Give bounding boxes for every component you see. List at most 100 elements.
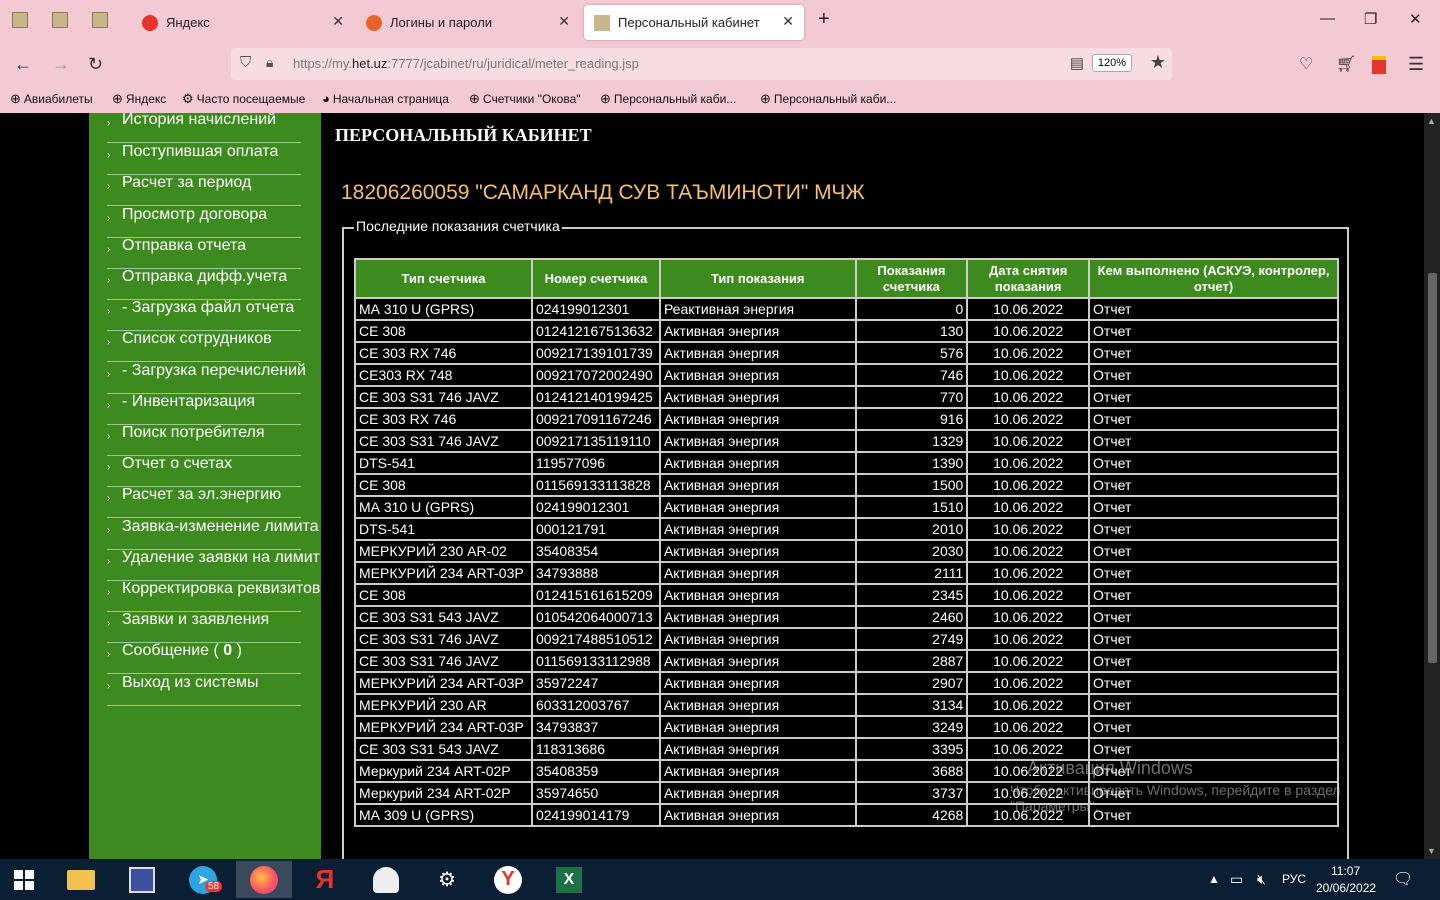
- floppy-app-icon[interactable]: [114, 861, 170, 898]
- table-row: CE 303 S31 746 JAVZ 011569133112988 Активн…: [354, 649, 1339, 673]
- bookmark-item[interactable]: ⊕ Персональный каби...: [760, 91, 896, 107]
- forward-icon[interactable]: →: [52, 54, 70, 75]
- address-bar[interactable]: ⛉ 🔒︎ https://my.het.uz:7777/jcabinet/ru/…: [231, 48, 1172, 80]
- table-cell: CE 308: [354, 319, 533, 343]
- url-text[interactable]: https://my.het.uz:7777/jcabinet/ru/jurid…: [293, 56, 639, 71]
- back-icon[interactable]: ←: [14, 54, 32, 75]
- tray-chevron-icon[interactable]: ▲: [1208, 872, 1220, 886]
- sidebar-menu-item[interactable]: › Поиск потребителя: [107, 425, 301, 456]
- excel-icon[interactable]: X: [541, 861, 597, 898]
- sidebar-menu-item[interactable]: › Сообщение ( 0 ): [107, 642, 301, 675]
- pinned-tab-icon[interactable]: [12, 12, 28, 28]
- close-window-button[interactable]: ✕: [1409, 10, 1422, 28]
- bookmark-item[interactable]: ⊕ Яндекс: [112, 91, 166, 107]
- sidebar-menu-label: Отчет о счетах: [122, 455, 233, 473]
- sidebar-menu-label: Расчет за эл.энергию: [122, 486, 282, 504]
- restore-button[interactable]: ❐: [1364, 10, 1377, 28]
- sidebar-menu-item[interactable]: › Заявка-изменение лимита: [107, 518, 319, 550]
- network-icon[interactable]: ▭: [1230, 871, 1243, 888]
- tab-personal-cabinet[interactable]: Персональный кабинет ✕: [584, 5, 804, 40]
- table-cell: 012412167513632: [530, 319, 661, 343]
- bookmark-item[interactable]: ◕ Начальная страница: [322, 91, 449, 106]
- sidebar-menu-item[interactable]: › Расчет за период: [107, 174, 301, 207]
- sidebar-menu-label: Расчет за период: [122, 174, 252, 192]
- table-cell: 024199012301: [530, 297, 661, 321]
- table-cell: МЕРКУРИЙ 234 ART-03P: [354, 671, 533, 695]
- sidebar-menu-item[interactable]: › Просмотр договора: [107, 206, 301, 238]
- minimize-button[interactable]: —: [1320, 10, 1335, 27]
- file-explorer-icon[interactable]: [53, 861, 109, 898]
- table-cell: CE 303 S31 543 JAVZ: [354, 605, 533, 629]
- table-cell: 10.06.2022: [966, 297, 1091, 321]
- sidebar-menu-item[interactable]: › Список сотрудников: [107, 331, 301, 363]
- menu-icon[interactable]: ☰: [1408, 54, 1424, 75]
- page-scrollbar[interactable]: ▲ ▼: [1424, 113, 1440, 859]
- sidebar-menu-item[interactable]: › Отправка отчета: [107, 237, 301, 269]
- table-row: CE 308 012412167513632 Активная энергия 130…: [354, 319, 1339, 343]
- zoom-level[interactable]: 120%: [1091, 54, 1132, 72]
- table-cell: 010542064000713: [530, 605, 661, 629]
- bookmark-item[interactable]: ⚙ Часто посещаемые: [182, 91, 305, 107]
- settings-gear-icon[interactable]: ⚙: [419, 861, 475, 898]
- bullet-icon: ›: [107, 243, 111, 255]
- pinned-tab-icon[interactable]: [92, 12, 108, 28]
- table-row: CE303 RX 748 009217072002490 Активная энер…: [354, 363, 1339, 387]
- bookmark-item[interactable]: ⊕ Персональный каби...: [600, 91, 736, 107]
- cart-icon[interactable]: 🛒︎: [1336, 54, 1356, 74]
- language-indicator[interactable]: РУС: [1282, 872, 1306, 886]
- notifications-icon[interactable]: 🗨︎: [1393, 869, 1413, 889]
- reader-view-icon[interactable]: ▤: [1070, 54, 1084, 72]
- table-row: CE 303 S31 543 JAVZ 118313686 Активная эне…: [354, 737, 1339, 761]
- table-cell: Активная энергия: [658, 385, 857, 409]
- bookmark-item[interactable]: ⊕ Счетчики "Окова": [469, 91, 581, 107]
- bookmark-star-icon[interactable]: ★: [1150, 52, 1166, 73]
- table-cell: Активная энергия: [658, 649, 857, 673]
- firefox-icon[interactable]: [236, 861, 292, 898]
- sidebar-menu-item[interactable]: › Корректировка реквизитов: [107, 581, 320, 612]
- pocket-icon[interactable]: ♡: [1299, 54, 1313, 74]
- tab-logins[interactable]: Логины и пароли ✕: [356, 5, 580, 40]
- sidebar-menu-item[interactable]: › История начислений: [107, 113, 301, 143]
- sidebar-menu-item[interactable]: › Расчет за эл.энергию: [107, 486, 301, 519]
- sidebar-menu-item[interactable]: › Поступившая оплата: [107, 144, 301, 176]
- extension-icon[interactable]: [1372, 56, 1386, 74]
- telegram-icon[interactable]: ➤ 58: [175, 861, 231, 898]
- table-cell: CE 303 RX 746: [354, 407, 533, 431]
- yandex-icon[interactable]: Y: [480, 861, 536, 898]
- start-button[interactable]: [0, 861, 48, 898]
- sidebar-menu-label: Сообщение ( 0 ): [122, 642, 242, 660]
- new-tab-button[interactable]: +: [818, 8, 830, 31]
- close-tab-icon[interactable]: ✕: [332, 13, 344, 30]
- table-row: DTS-541 119577096 Активная энергия 1390 10.0…: [354, 451, 1339, 475]
- sidebar-menu-item[interactable]: › Заявки и заявления: [107, 612, 301, 644]
- scroll-down-icon[interactable]: ▼: [1427, 846, 1436, 856]
- sidebar-menu-item[interactable]: › - Загрузка перечислений: [107, 362, 306, 394]
- yandex-browser-icon[interactable]: Я: [297, 861, 353, 898]
- reload-icon[interactable]: ↻: [88, 54, 103, 75]
- table-cell: 10.06.2022: [966, 627, 1091, 651]
- table-cell: Активная энергия: [658, 715, 857, 739]
- clock-date[interactable]: 20/06/2022: [1316, 881, 1376, 895]
- sidebar-menu-item[interactable]: › Отчет о счетах: [107, 455, 301, 488]
- sidebar-menu-item[interactable]: › Выход из системы: [107, 674, 301, 706]
- lock-icon[interactable]: 🔒︎: [266, 54, 273, 71]
- bookmark-item[interactable]: ⊕ Авиабилеты: [10, 91, 93, 107]
- sidebar-menu-item[interactable]: › - Загрузка файл отчета: [107, 300, 301, 332]
- forza-app-icon[interactable]: [358, 861, 414, 898]
- table-cell: Активная энергия: [658, 803, 857, 827]
- sidebar-menu-item[interactable]: › Отправка дифф.учета: [107, 269, 301, 300]
- scroll-thumb[interactable]: [1428, 273, 1437, 663]
- tab-yandex[interactable]: Яндекс ✕: [132, 5, 354, 40]
- sidebar-menu-item[interactable]: › Удаление заявки на лимит: [107, 549, 320, 581]
- close-tab-icon[interactable]: ✕: [558, 13, 570, 30]
- clock-time[interactable]: 11:07: [1331, 864, 1360, 878]
- bullet-icon: ›: [107, 649, 111, 661]
- scroll-up-icon[interactable]: ▲: [1427, 116, 1436, 126]
- volume-muted-icon[interactable]: 🔇︎: [1257, 871, 1266, 888]
- pinned-tab-icon[interactable]: [52, 12, 68, 28]
- close-tab-icon[interactable]: ✕: [782, 13, 794, 30]
- sidebar-menu-item[interactable]: › - Инвентаризация: [107, 393, 301, 425]
- shield-icon[interactable]: ⛉: [240, 54, 251, 71]
- bullet-icon: ›: [107, 399, 111, 411]
- sidebar-menu-label: Корректировка реквизитов: [122, 580, 321, 597]
